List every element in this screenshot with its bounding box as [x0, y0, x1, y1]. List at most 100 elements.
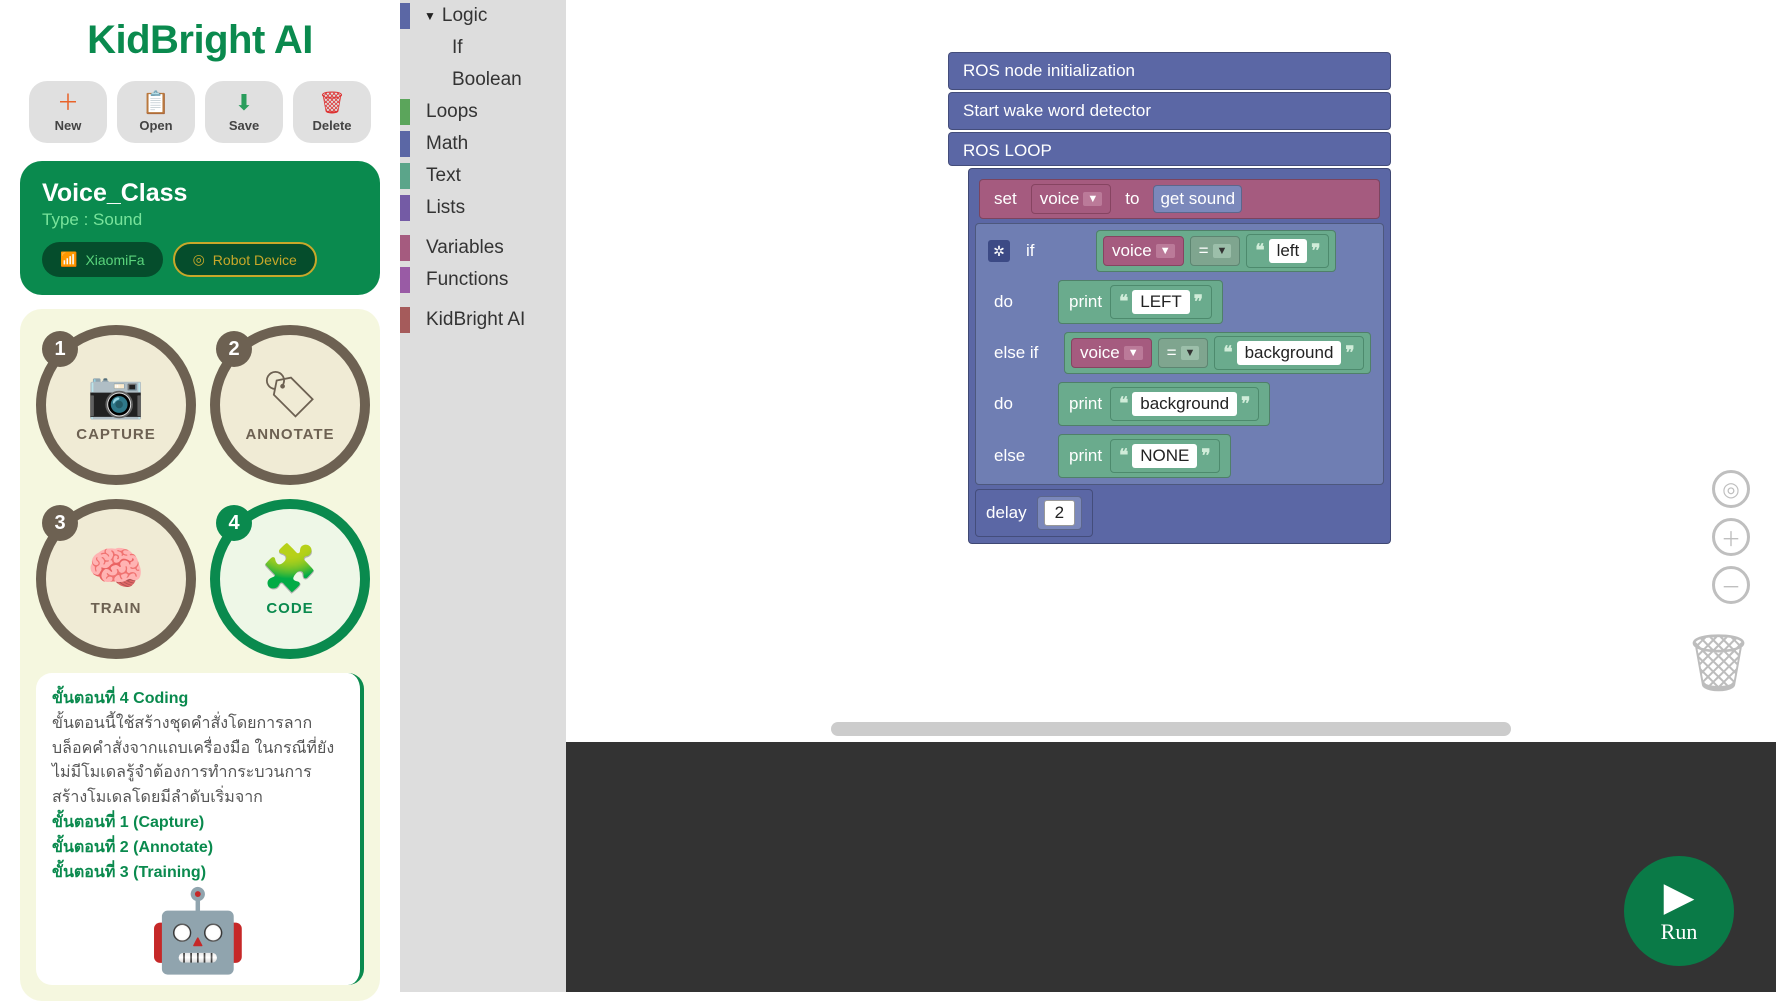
- minus-icon: －: [1721, 571, 1741, 600]
- blockly-canvas[interactable]: ROS node initialization Start wake word …: [566, 0, 1776, 742]
- block-get-sound[interactable]: get sound: [1153, 185, 1242, 213]
- block-print-left[interactable]: print ❝LEFT❞: [1058, 280, 1223, 324]
- block-if[interactable]: ✲ if voice▼ =▼ ❝left❞ do print ❝LEFT❞: [975, 223, 1384, 485]
- delete-button[interactable]: 🗑 Delete: [293, 81, 371, 143]
- delay-label: delay: [986, 503, 1027, 523]
- clipboard-icon: 📋: [142, 92, 169, 114]
- delay-value[interactable]: 2: [1044, 500, 1075, 526]
- step-badge-3: 3: [42, 505, 78, 541]
- cat-bar-math: [400, 131, 410, 157]
- run-label: Run: [1661, 919, 1698, 945]
- console: ▶ Run: [566, 742, 1776, 992]
- string-bg2[interactable]: ❝background❞: [1110, 387, 1259, 421]
- category-kidbright[interactable]: KidBright AI: [400, 304, 566, 336]
- step-badge-4: 4: [216, 505, 252, 541]
- op-eq-label: =: [1199, 241, 1209, 261]
- block-stack[interactable]: ROS node initialization Start wake word …: [948, 52, 1391, 544]
- cat-label-lists: Lists: [426, 197, 465, 219]
- category-functions[interactable]: Functions: [400, 264, 566, 296]
- camera-icon: 📷: [87, 367, 144, 422]
- var-voice-dropdown[interactable]: voice▼: [1031, 184, 1112, 214]
- block-ros-init[interactable]: ROS node initialization: [948, 52, 1391, 90]
- category-loops[interactable]: Loops: [400, 96, 566, 128]
- block-ros-loop[interactable]: ROS LOOP: [948, 132, 1391, 166]
- chevron-down-icon: ▼: [1083, 192, 1102, 206]
- block-delay[interactable]: delay 2: [975, 489, 1093, 537]
- category-lists[interactable]: Lists: [400, 192, 566, 224]
- category-logic-if[interactable]: If: [400, 32, 566, 64]
- chevron-down-icon: ▼: [1124, 346, 1143, 360]
- cat-label-logic: Logic: [442, 5, 487, 27]
- var-voice-dropdown-2[interactable]: voice▼: [1103, 236, 1184, 266]
- string-none[interactable]: ❝NONE❞: [1110, 439, 1219, 473]
- string-LEFT[interactable]: ❝LEFT❞: [1110, 285, 1212, 319]
- string-LEFT-value: LEFT: [1132, 290, 1190, 314]
- open-button[interactable]: 📋 Open: [117, 81, 195, 143]
- step-grid: 1 📷 CAPTURE 2 🏷 ANNOTATE 3 🧠 TRAIN 4 🧩 C…: [36, 325, 364, 659]
- compare-voice-background[interactable]: voice ▼ =▼ ❝background❞: [1064, 332, 1371, 374]
- step-capture[interactable]: 1 📷 CAPTURE: [36, 325, 196, 485]
- delay-slot: 2: [1037, 496, 1082, 530]
- gear-icon[interactable]: ✲: [988, 240, 1010, 262]
- block-print-none[interactable]: print ❝NONE❞: [1058, 434, 1231, 478]
- robot-label: Robot Device: [213, 252, 297, 268]
- category-logic[interactable]: Logic: [400, 0, 566, 32]
- block-set-voice[interactable]: set voice▼ to get sound: [979, 179, 1380, 219]
- category-math[interactable]: Math: [400, 128, 566, 160]
- string-none-value: NONE: [1132, 444, 1197, 468]
- save-label: Save: [229, 118, 259, 133]
- cat-label-math: Math: [426, 133, 468, 155]
- quote-open-icon: ❝: [1119, 394, 1128, 414]
- string-left[interactable]: ❝left❞: [1246, 234, 1329, 268]
- tag-icon: 🏷: [261, 367, 319, 422]
- block-wake-detector[interactable]: Start wake word detector: [948, 92, 1391, 130]
- open-label: Open: [139, 118, 172, 133]
- var-voice-dropdown-3[interactable]: voice ▼: [1071, 338, 1152, 368]
- block-loop-label: ROS LOOP: [963, 141, 1052, 161]
- cat-bar-vars: [400, 235, 410, 261]
- cat-label-loops: Loops: [426, 101, 478, 123]
- quote-close-icon: ❞: [1201, 446, 1210, 466]
- zoom-controls: ◎ ＋ －: [1712, 470, 1750, 604]
- getsound-label: get sound: [1160, 189, 1235, 209]
- compare-voice-left[interactable]: voice▼ =▼ ❝left❞: [1096, 230, 1336, 272]
- brain-icon: 🧠: [87, 541, 144, 596]
- var-voice-label: voice: [1040, 189, 1080, 209]
- play-icon: ▶: [1664, 877, 1695, 917]
- instr-heading: ขั้นตอนที่ 4 Coding: [52, 687, 344, 712]
- category-variables[interactable]: Variables: [400, 232, 566, 264]
- center-button[interactable]: ◎: [1712, 470, 1750, 508]
- category-logic-boolean[interactable]: Boolean: [400, 64, 566, 96]
- cat-bar-lists: [400, 195, 410, 221]
- op-eq-dropdown[interactable]: =▼: [1190, 236, 1241, 266]
- file-toolbar: ＋ New 📋 Open ⬇ Save 🗑 Delete: [20, 81, 380, 143]
- save-button[interactable]: ⬇ Save: [205, 81, 283, 143]
- zoom-in-button[interactable]: ＋: [1712, 518, 1750, 556]
- step-code[interactable]: 4 🧩 CODE: [210, 499, 370, 659]
- puzzle-icon: 🧩: [261, 541, 318, 596]
- category-text[interactable]: Text: [400, 160, 566, 192]
- new-button[interactable]: ＋ New: [29, 81, 107, 143]
- device-name: XiaomiFa: [85, 252, 144, 268]
- trash-can[interactable]: 🗑: [1683, 630, 1754, 696]
- var-voice-label-3: voice: [1080, 343, 1120, 363]
- kw-set: set: [988, 189, 1023, 209]
- chevron-down-icon: ▼: [1181, 346, 1200, 360]
- run-button[interactable]: ▶ Run: [1624, 856, 1734, 966]
- sidebar: KidBright AI ＋ New 📋 Open ⬇ Save 🗑 Delet…: [0, 0, 400, 992]
- horizontal-scrollbar[interactable]: [831, 722, 1511, 736]
- device-chip[interactable]: 📶 XiaomiFa: [42, 242, 163, 277]
- quote-open-icon: ❝: [1223, 343, 1232, 363]
- cat-label-vars: Variables: [426, 237, 504, 259]
- step-train[interactable]: 3 🧠 TRAIN: [36, 499, 196, 659]
- robot-chip[interactable]: ◎ Robot Device: [173, 242, 317, 277]
- toolbox: Logic If Boolean Loops Math Text Lists V…: [400, 0, 566, 992]
- block-print-background[interactable]: print ❝background❞: [1058, 382, 1270, 426]
- delete-label: Delete: [312, 118, 351, 133]
- step-annotate[interactable]: 2 🏷 ANNOTATE: [210, 325, 370, 485]
- op-eq-dropdown-2[interactable]: =▼: [1158, 338, 1209, 368]
- project-type: Type : Sound: [42, 210, 358, 230]
- quote-close-icon: ❞: [1194, 292, 1203, 312]
- string-background[interactable]: ❝background❞: [1214, 336, 1363, 370]
- zoom-out-button[interactable]: －: [1712, 566, 1750, 604]
